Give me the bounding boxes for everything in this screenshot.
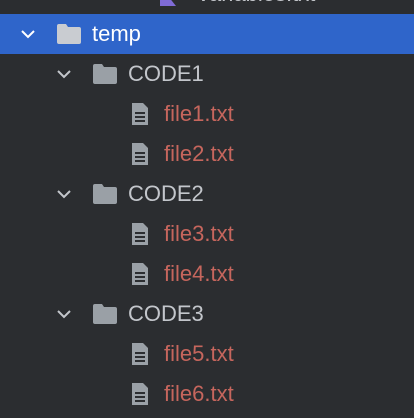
project-tree: variables.txt temp CODE1 file1.txt xyxy=(0,0,414,418)
tree-item-code3[interactable]: CODE3 xyxy=(0,294,414,334)
tree-item-file3[interactable]: file3.txt xyxy=(0,214,414,254)
chevron-down-icon[interactable] xyxy=(56,66,72,82)
tree-item-label: file3.txt xyxy=(164,221,234,246)
tree-item-code2[interactable]: CODE2 xyxy=(0,174,414,214)
tree-item-file6[interactable]: file6.txt xyxy=(0,374,414,414)
tree-item-label: CODE1 xyxy=(128,61,204,86)
tree-item-temp[interactable]: temp xyxy=(0,14,414,54)
tree-item-code1[interactable]: CODE1 xyxy=(0,54,414,94)
chevron-down-icon[interactable] xyxy=(56,306,72,322)
text-file-icon xyxy=(132,343,148,365)
tree-item-label: file6.txt xyxy=(164,381,234,406)
tree-item-partial[interactable]: variables.txt xyxy=(0,0,414,14)
text-file-icon xyxy=(132,223,148,245)
tree-item-file2[interactable]: file2.txt xyxy=(0,134,414,174)
tree-item-file4[interactable]: file4.txt xyxy=(0,254,414,294)
tree-item-label: CODE3 xyxy=(128,301,204,326)
folder-icon xyxy=(93,304,117,324)
tree-item-label: temp xyxy=(92,21,141,46)
text-file-icon xyxy=(132,263,148,285)
tree-item-label: file4.txt xyxy=(164,261,234,286)
tree-item-label: file1.txt xyxy=(164,101,234,126)
tree-item-file1[interactable]: file1.txt xyxy=(0,94,414,134)
tree-item-label: file5.txt xyxy=(164,341,234,366)
text-file-icon xyxy=(132,103,148,125)
folder-icon xyxy=(57,24,81,44)
tree-item-label: CODE2 xyxy=(128,181,204,206)
text-file-icon xyxy=(132,383,148,405)
chevron-down-icon[interactable] xyxy=(56,186,72,202)
chevron-down-icon[interactable] xyxy=(20,26,36,42)
text-file-icon xyxy=(132,143,148,165)
tree-item-file5[interactable]: file5.txt xyxy=(0,334,414,374)
tree-item-label: file2.txt xyxy=(164,141,234,166)
folder-icon xyxy=(93,184,117,204)
kotlin-file-icon xyxy=(160,0,176,6)
tree-item-partial-label: variables.txt xyxy=(198,0,315,14)
folder-icon xyxy=(93,64,117,84)
